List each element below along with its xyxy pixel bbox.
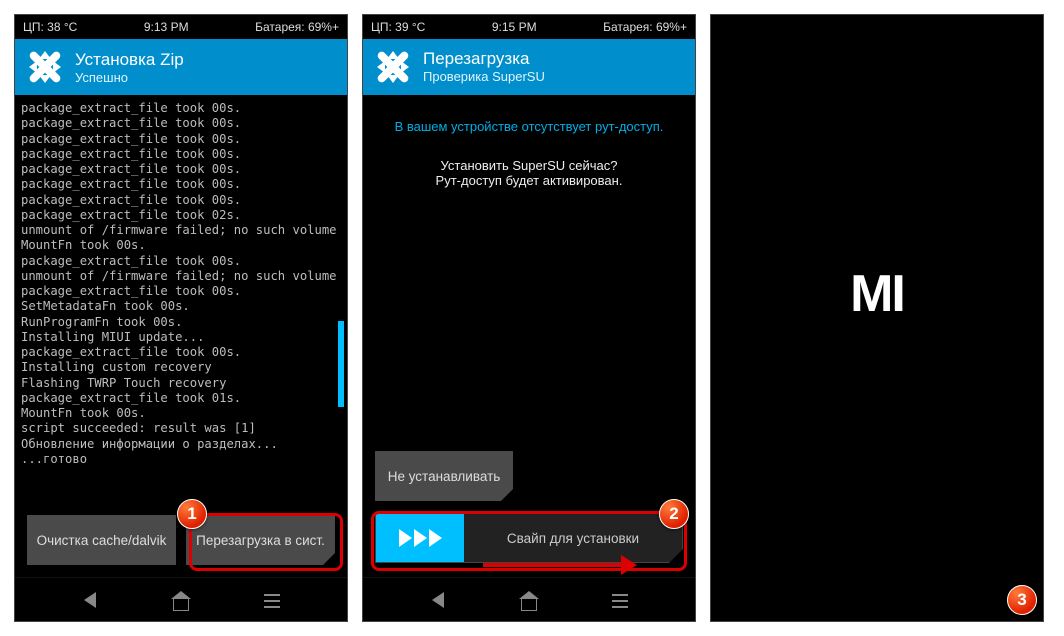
scrollbar-thumb[interactable] — [338, 321, 344, 407]
wipe-cache-button[interactable]: Очистка cache/dalvik — [27, 515, 176, 565]
do-not-install-button[interactable]: Не устанавливать — [375, 451, 513, 501]
install-question: Установить SuperSU сейчас? — [383, 158, 675, 173]
badge-2: 2 — [659, 499, 689, 529]
cpu-temp: ЦП: 39 °C — [371, 20, 425, 34]
nav-home-icon[interactable] — [517, 588, 541, 612]
terminal-log: package_extract_file took 00s. package_e… — [15, 95, 347, 471]
screen-title: Установка Zip — [75, 50, 184, 70]
nav-recent-icon[interactable] — [608, 588, 632, 612]
no-root-message: В вашем устройстве отсутствует рут-досту… — [383, 119, 675, 134]
title-bar: Установка Zip Успешно — [15, 39, 347, 95]
status-bar: ЦП: 38 °C 9:13 PM Батарея: 69%+ — [15, 15, 347, 39]
swipe-arrow-icon — [483, 563, 623, 567]
phone-screen-3: MI 3 — [710, 14, 1044, 622]
cpu-temp: ЦП: 38 °C — [23, 20, 77, 34]
nav-recent-icon[interactable] — [260, 588, 284, 612]
status-bar: ЦП: 39 °C 9:15 PM Батарея: 69%+ — [363, 15, 695, 39]
nav-bar — [15, 577, 347, 621]
chevron-right-icon — [429, 529, 442, 547]
root-info: Рут-доступ будет активирован. — [383, 173, 675, 188]
mi-logo-text: MI — [850, 264, 904, 324]
screen-subtitle: Успешно — [75, 70, 184, 85]
phone-screen-2: ЦП: 39 °C 9:15 PM Батарея: 69%+ Перезагр… — [362, 14, 696, 622]
screen-title: Перезагрузка — [423, 49, 545, 69]
swipe-handle[interactable] — [376, 514, 464, 562]
twrp-logo-icon — [25, 47, 65, 87]
chevron-right-icon — [399, 529, 412, 547]
swipe-label: Свайп для установки — [464, 531, 682, 546]
nav-back-icon[interactable] — [78, 588, 102, 612]
nav-back-icon[interactable] — [426, 588, 450, 612]
badge-3: 3 — [1007, 585, 1037, 615]
clock: 9:15 PM — [492, 20, 537, 34]
screen-subtitle: Проверика SuperSU — [423, 69, 545, 84]
twrp-logo-icon — [373, 47, 413, 87]
badge-1: 1 — [177, 499, 207, 529]
nav-home-icon[interactable] — [169, 588, 193, 612]
title-bar: Перезагрузка Проверика SuperSU — [363, 39, 695, 95]
battery: Батарея: 69%+ — [603, 20, 687, 34]
chevron-right-icon — [414, 529, 427, 547]
reboot-system-button[interactable]: Перезагрузка в сист. — [186, 515, 335, 565]
clock: 9:13 PM — [144, 20, 189, 34]
battery: Батарея: 69%+ — [255, 20, 339, 34]
nav-bar — [363, 577, 695, 621]
mi-boot-logo-icon: MI — [850, 264, 904, 324]
phone-screen-1: ЦП: 38 °C 9:13 PM Батарея: 69%+ Установк… — [14, 14, 348, 622]
